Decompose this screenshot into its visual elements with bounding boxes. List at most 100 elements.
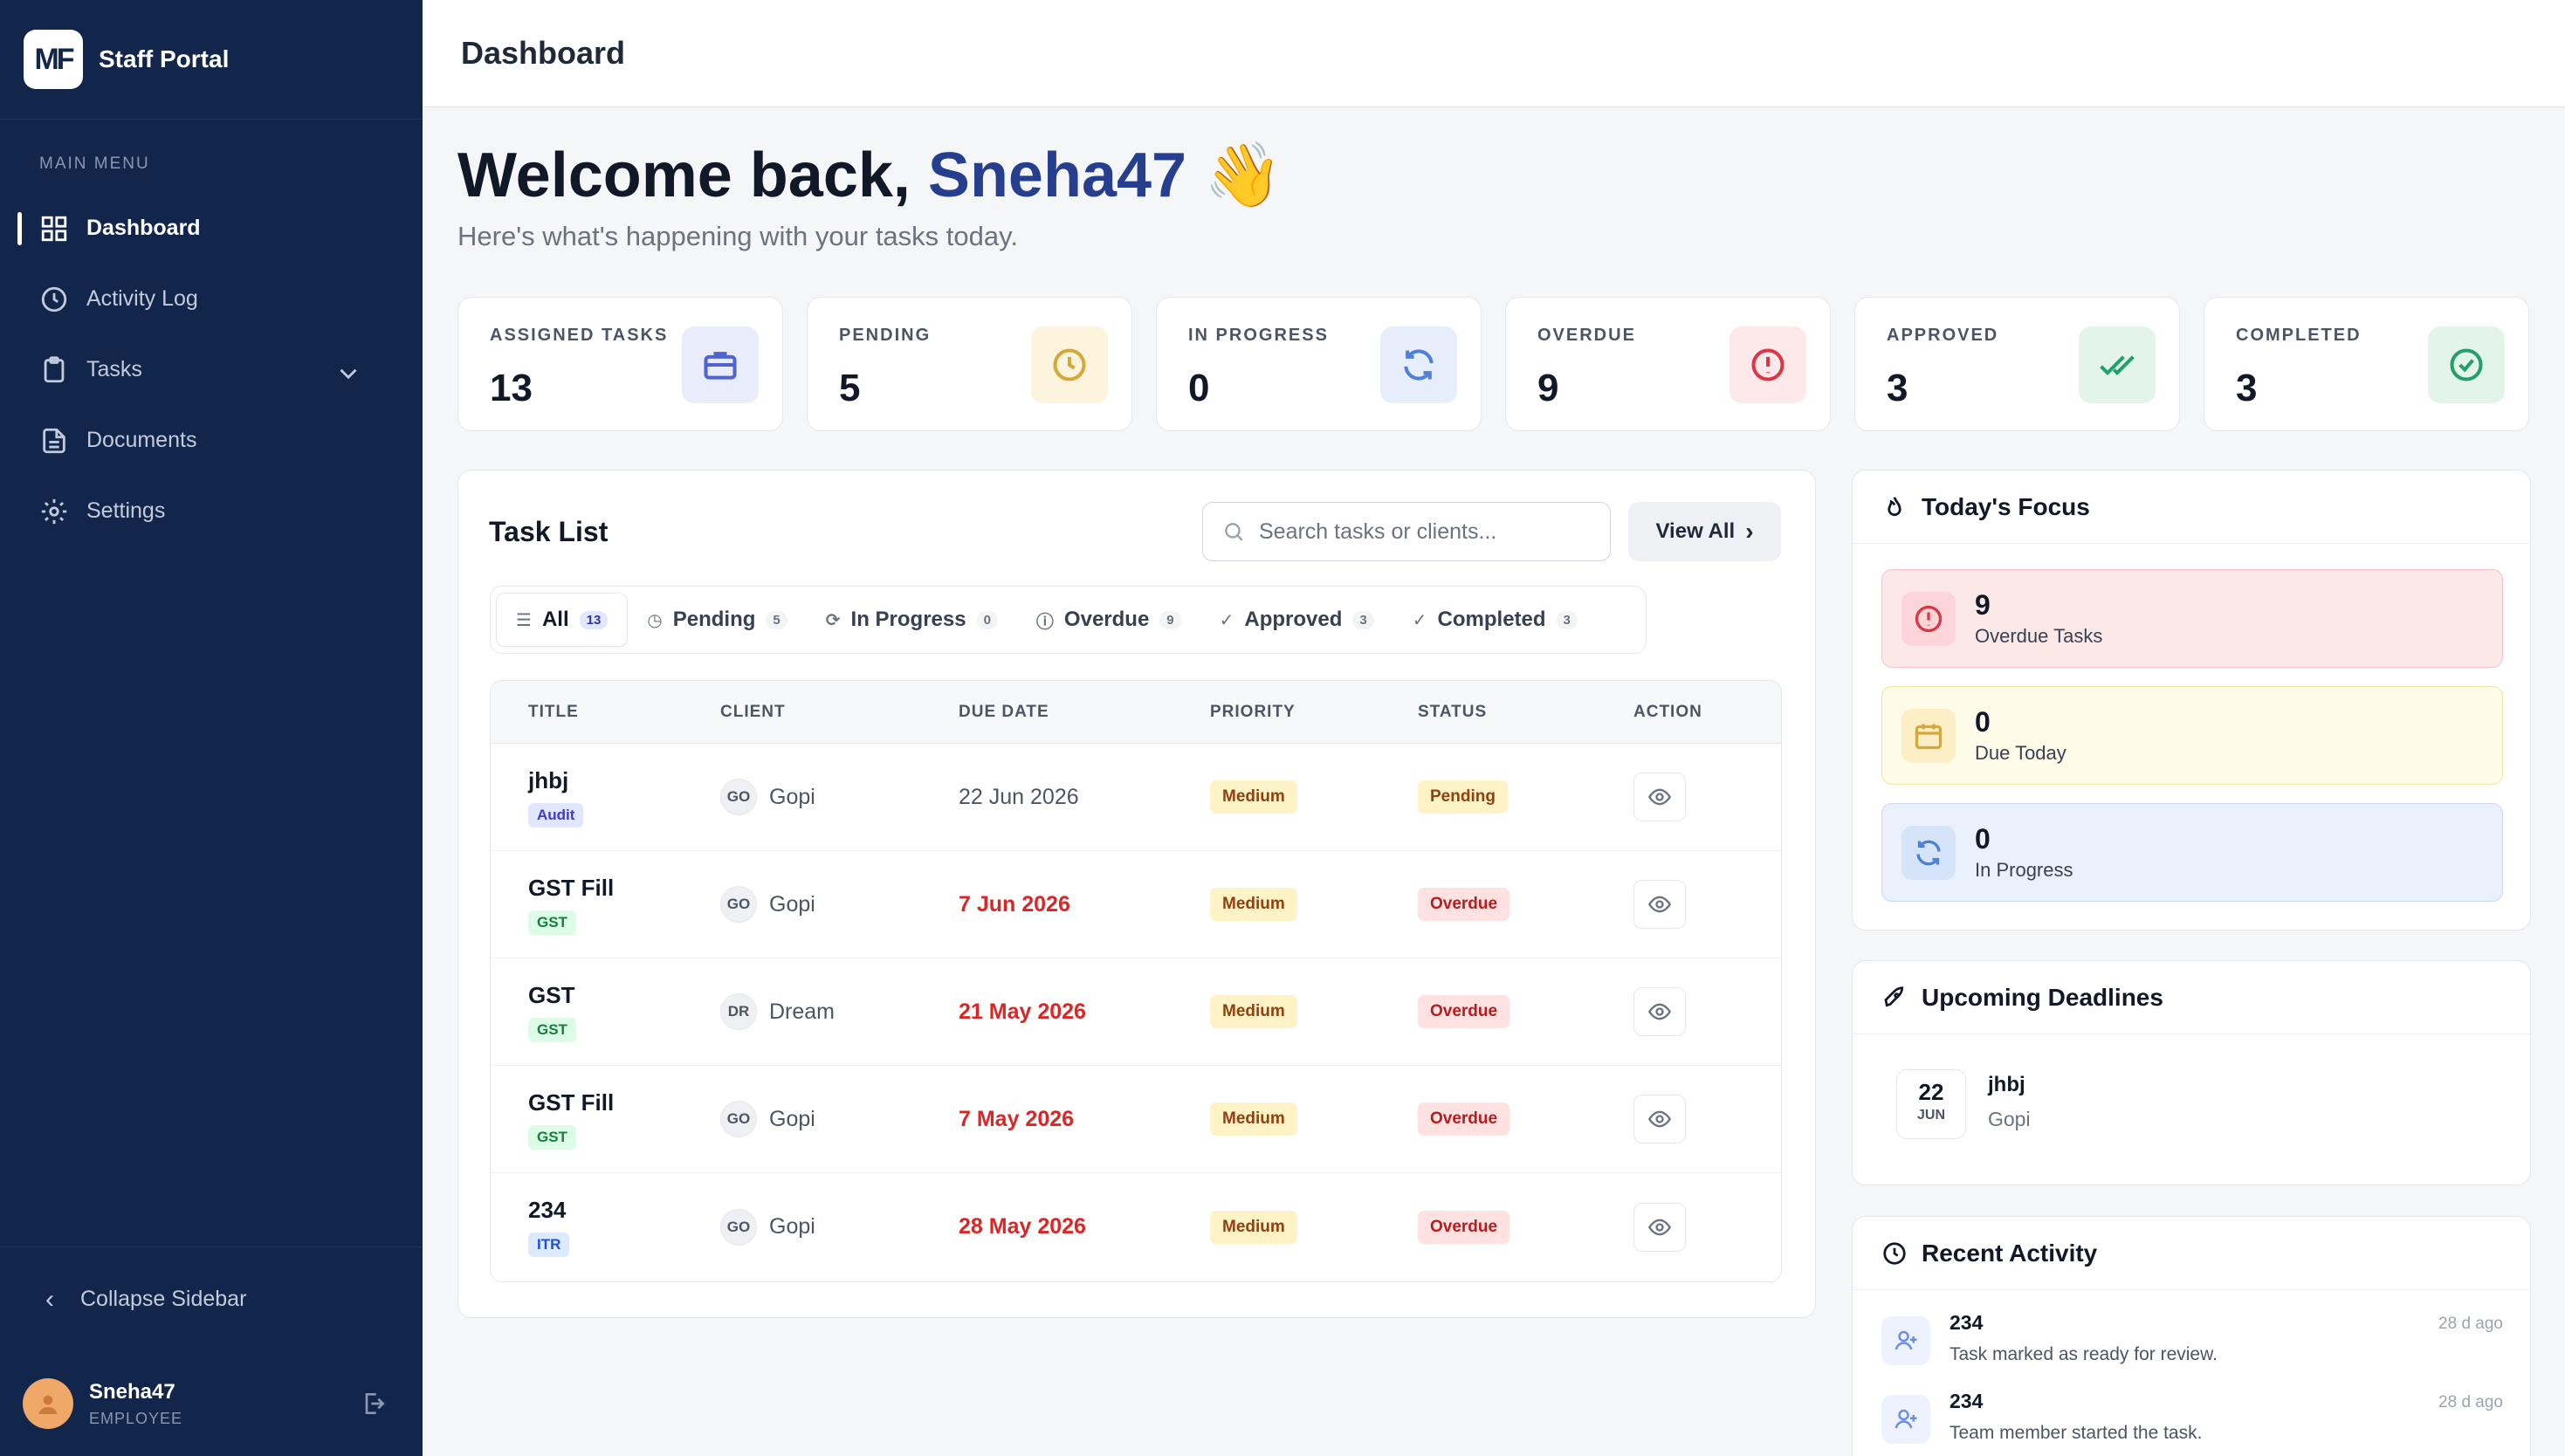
view-all-button[interactable]: View All › xyxy=(1628,502,1781,561)
activity-item[interactable]: 234 Task marked as ready for review. 28 … xyxy=(1881,1311,2503,1381)
file-icon xyxy=(43,428,65,453)
stat-card-pending[interactable]: PENDING 5 xyxy=(807,297,1132,431)
table-row[interactable]: GST GST DR Dream 21 May 2026 Medium Overdue xyxy=(491,958,1781,1066)
sidebar-item-tasks[interactable]: Tasks xyxy=(0,334,423,405)
upcoming-deadlines-title: Upcoming Deadlines xyxy=(1922,983,2163,1011)
todays-focus-header: Today's Focus xyxy=(1853,470,2530,544)
column-header-title[interactable]: TITLE xyxy=(491,703,720,722)
task-tag: ITR xyxy=(528,1233,570,1257)
alert-icon: ⓘ xyxy=(1035,612,1054,632)
sidebar-item-documents[interactable]: Documents xyxy=(0,405,423,476)
focus-due-today[interactable]: 0 Due Today xyxy=(1881,686,2503,785)
priority-badge: Medium xyxy=(1210,780,1297,814)
priority-cell: Medium xyxy=(1210,995,1418,1028)
tab-label: Overdue xyxy=(1063,608,1150,631)
tab-overdue[interactable]: ⓘ Overdue 9 xyxy=(1017,593,1200,647)
column-header-status[interactable]: STATUS xyxy=(1418,703,1633,722)
tab-pending[interactable]: ◷ Pending 5 xyxy=(628,593,806,647)
client-cell: GO Gopi xyxy=(720,1101,959,1137)
recent-activity-title: Recent Activity xyxy=(1922,1239,2098,1267)
topbar: Dashboard xyxy=(423,0,2565,107)
tab-all[interactable]: ☰ All 13 xyxy=(496,593,629,647)
task-title[interactable]: GST xyxy=(528,982,720,1009)
tab-label: Pending xyxy=(672,608,756,631)
tab-in-progress[interactable]: ⟳ In Progress 0 xyxy=(807,593,1017,647)
priority-cell: Medium xyxy=(1210,1102,1418,1136)
logout-icon[interactable] xyxy=(360,1390,388,1418)
activity-title: 234 xyxy=(1950,1311,1984,1334)
table-header: TITLE CLIENT DUE DATE PRIORITY STATUS AC… xyxy=(491,681,1781,744)
stat-card-overdue[interactable]: OVERDUE 9 xyxy=(1505,297,1831,431)
stat-card-assigned[interactable]: ASSIGNED TASKS 13 xyxy=(457,297,783,431)
brand[interactable]: MF Staff Portal xyxy=(0,0,423,120)
grid-icon xyxy=(41,216,67,241)
tab-count: 13 xyxy=(579,610,609,629)
activity-item[interactable]: 234 Team member started the task. 28 d a… xyxy=(1881,1390,2503,1456)
double-check-icon xyxy=(2079,326,2156,403)
view-all-label: View All xyxy=(1655,519,1736,543)
task-title[interactable]: 234 xyxy=(528,1197,720,1224)
tab-count: 9 xyxy=(1159,610,1181,629)
focus-overdue[interactable]: 9 Overdue Tasks xyxy=(1881,569,2503,668)
table-row[interactable]: GST Fill GST GO Gopi 7 May 2026 Medium Overdue xyxy=(491,1066,1781,1173)
client-cell: DR Dream xyxy=(720,993,959,1030)
stat-card-in-progress[interactable]: IN PROGRESS 0 xyxy=(1156,297,1482,431)
table-row[interactable]: 234 ITR GO Gopi 28 May 2026 Medium Overdue xyxy=(491,1173,1781,1281)
focus-label: Due Today xyxy=(1975,742,2066,764)
column-header-due-date[interactable]: DUE DATE xyxy=(959,703,1210,722)
activity-description: Task marked as ready for review. xyxy=(1950,1344,2218,1364)
view-task-button[interactable] xyxy=(1633,987,1686,1036)
brand-name: Staff Portal xyxy=(99,45,230,72)
due-date: 22 Jun 2026 xyxy=(959,784,1079,809)
sidebar-item-activity-log[interactable]: Activity Log xyxy=(0,264,423,334)
stat-card-completed[interactable]: COMPLETED 3 xyxy=(2204,297,2529,431)
welcome-username: Sneha47 xyxy=(927,141,1187,210)
tab-approved[interactable]: ✓ Approved 3 xyxy=(1200,593,1393,647)
client-initials: DR xyxy=(720,993,757,1030)
task-title[interactable]: GST Fill xyxy=(528,1089,720,1116)
stat-card-approved[interactable]: APPROVED 3 xyxy=(1854,297,2180,431)
search-input[interactable] xyxy=(1259,519,1591,545)
sidebar-item-dashboard[interactable]: Dashboard xyxy=(0,193,423,264)
tab-label: Completed xyxy=(1437,608,1546,631)
client-name: Dream xyxy=(769,999,836,1024)
view-task-button[interactable] xyxy=(1633,773,1686,821)
task-list-card: Task List View All › ☰ All 13 ◷ Pending … xyxy=(457,470,1816,1318)
collapse-sidebar-button[interactable]: ‹ Collapse Sidebar xyxy=(0,1247,423,1351)
user-avatar-icon xyxy=(38,1395,58,1414)
tab-label: In Progress xyxy=(850,608,966,631)
tab-completed[interactable]: ✓ Completed 3 xyxy=(1393,593,1597,647)
task-title-cell: 234 ITR xyxy=(491,1197,720,1257)
welcome-heading: Welcome back, Sneha47 👋 xyxy=(457,138,1282,212)
task-title[interactable]: jhbj xyxy=(528,767,720,794)
user-plus-icon xyxy=(1881,1395,1930,1444)
briefcase-icon xyxy=(682,326,759,403)
user-profile[interactable]: Sneha47 EMPLOYEE xyxy=(0,1351,423,1456)
table-row[interactable]: jhbj Audit GO Gopi 22 Jun 2026 Medium Pending xyxy=(491,744,1781,851)
due-date: 7 May 2026 xyxy=(959,1106,1075,1131)
table-row[interactable]: GST Fill GST GO Gopi 7 Jun 2026 Medium Overdue xyxy=(491,851,1781,958)
search-box xyxy=(1202,502,1611,561)
chevron-left-icon: ‹ xyxy=(45,1284,54,1314)
view-task-button[interactable] xyxy=(1633,1202,1686,1252)
chevron-right-icon: › xyxy=(1745,518,1754,545)
rocket-icon xyxy=(1884,986,1904,1007)
view-task-button[interactable] xyxy=(1633,1095,1686,1144)
focus-in-progress[interactable]: 0 In Progress xyxy=(1881,803,2503,902)
gear-icon xyxy=(41,498,67,524)
column-header-client[interactable]: CLIENT xyxy=(720,703,959,722)
view-task-button[interactable] xyxy=(1633,880,1686,929)
due-date: 21 May 2026 xyxy=(959,999,1086,1024)
task-tag: GST xyxy=(528,1124,576,1150)
status-badge: Overdue xyxy=(1418,888,1510,921)
deadline-title: jhbj xyxy=(1988,1073,2025,1096)
column-header-priority[interactable]: PRIORITY xyxy=(1210,703,1418,722)
action-cell xyxy=(1633,880,1764,929)
task-title[interactable]: GST Fill xyxy=(528,875,720,902)
todays-focus-card: Today's Focus 9 Overdue Tasks 0 Due Toda… xyxy=(1852,470,2531,931)
chevron-down-icon[interactable] xyxy=(334,359,363,388)
status-cell: Overdue xyxy=(1418,1210,1633,1244)
sidebar-item-settings[interactable]: Settings xyxy=(0,476,423,546)
refresh-icon xyxy=(1380,326,1457,403)
list-icon: ☰ xyxy=(516,610,532,630)
